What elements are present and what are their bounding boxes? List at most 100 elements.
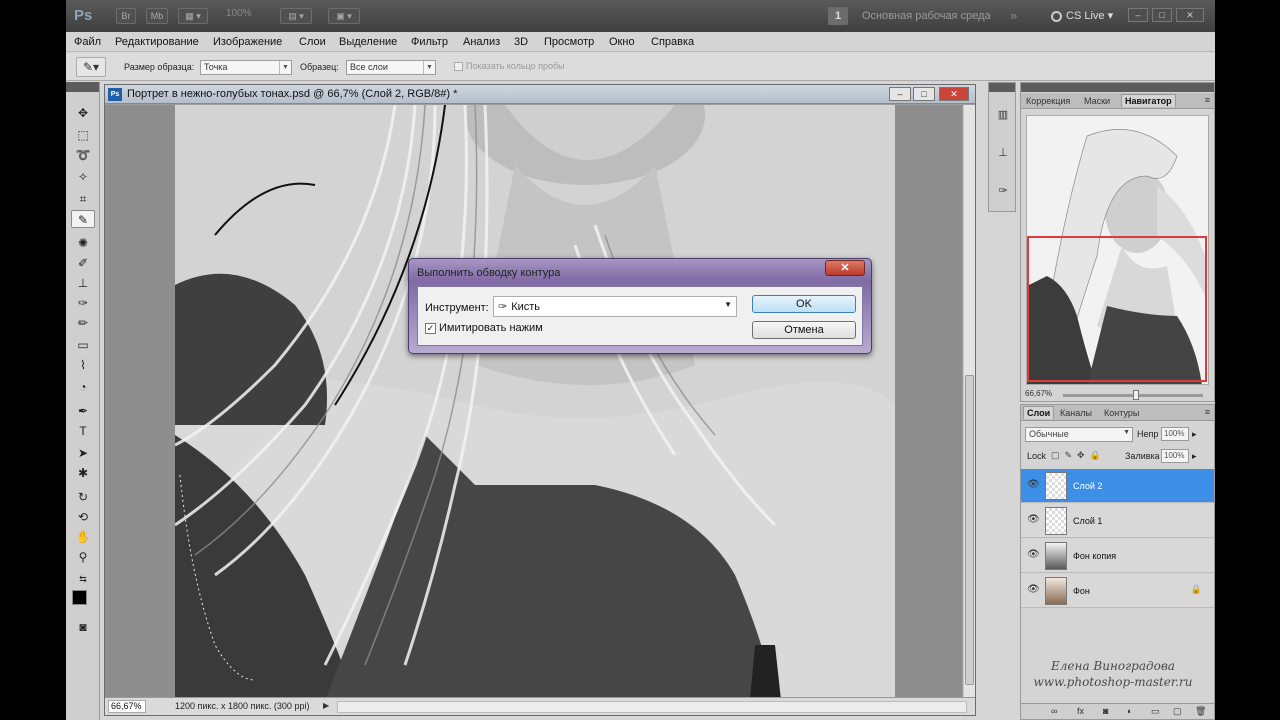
custom-shape-tool-icon[interactable]: ✱ bbox=[71, 464, 95, 482]
panel-menu-icon[interactable]: ≡ bbox=[1205, 95, 1210, 105]
menu-filter[interactable]: Фильтр bbox=[411, 36, 448, 48]
navigator-view-box[interactable] bbox=[1027, 236, 1207, 382]
mini-bridge-button[interactable]: Mb bbox=[146, 8, 168, 24]
tab-masks[interactable]: Маски bbox=[1081, 95, 1113, 107]
marquee-tool-icon[interactable]: ⬚ bbox=[71, 126, 95, 144]
lock-options-icons[interactable]: ▢✎✥🔒 bbox=[1051, 450, 1106, 461]
more-workspaces-icon[interactable]: » bbox=[1010, 8, 1017, 23]
tab-layers[interactable]: Слои bbox=[1023, 406, 1055, 419]
menu-file[interactable]: Файл bbox=[74, 36, 101, 48]
zoom-tool-icon[interactable]: ⚲ bbox=[71, 548, 95, 566]
arrange-documents-button[interactable]: ▤ ▾ bbox=[280, 8, 312, 24]
quick-mask-icon[interactable]: ◙ bbox=[71, 618, 95, 636]
fill-input[interactable]: 100% bbox=[1161, 449, 1189, 463]
link-layers-icon[interactable]: ∞ bbox=[1051, 706, 1057, 716]
tools-panel-grip[interactable] bbox=[66, 82, 99, 92]
eye-icon[interactable]: 👁 bbox=[1027, 549, 1040, 560]
show-sampling-ring-checkbox[interactable]: Показать кольцо пробы bbox=[454, 61, 565, 72]
zoom-input[interactable]: 66,67% bbox=[108, 700, 146, 713]
zoom-level-dropdown[interactable]: 100% bbox=[226, 8, 252, 19]
vertical-scroll-thumb[interactable] bbox=[965, 375, 974, 685]
brush-tool-icon[interactable]: ✐ bbox=[71, 254, 95, 272]
minimize-document-button[interactable]: – bbox=[889, 87, 911, 101]
workspace-switcher[interactable]: Основная рабочая среда bbox=[862, 10, 991, 22]
path-selection-tool-icon[interactable]: ➤ bbox=[71, 444, 95, 462]
blend-mode-select[interactable]: Обычные ▼ bbox=[1025, 427, 1133, 442]
maximize-app-button[interactable]: □ bbox=[1152, 8, 1172, 22]
status-menu-arrow-icon[interactable]: ▶ bbox=[323, 701, 329, 710]
cs-live-menu[interactable]: CS Live ▾ bbox=[1051, 9, 1113, 22]
tab-navigator[interactable]: Навигатор bbox=[1121, 94, 1176, 107]
maximize-document-button[interactable]: □ bbox=[913, 87, 935, 101]
eyedropper-tool-icon[interactable]: ✎ bbox=[71, 210, 95, 228]
minimize-app-button[interactable]: – bbox=[1128, 8, 1148, 22]
eraser-tool-icon[interactable]: ✏ bbox=[71, 314, 95, 332]
panel-menu-icon[interactable]: ≡ bbox=[1205, 407, 1210, 417]
pen-tool-icon[interactable]: ✒ bbox=[71, 402, 95, 420]
clone-source-panel-icon[interactable]: ⊥ bbox=[993, 143, 1013, 163]
layer-style-icon[interactable]: fx bbox=[1077, 706, 1084, 716]
portrait-photo[interactable] bbox=[175, 105, 895, 697]
dodge-tool-icon[interactable]: ◔ bbox=[71, 378, 95, 396]
sample-size-select[interactable]: Точка ▼ bbox=[200, 60, 292, 75]
brush-presets-panel-icon[interactable]: ✑ bbox=[993, 181, 1013, 201]
menu-view[interactable]: Просмотр bbox=[544, 36, 594, 48]
navigator-zoom-slider[interactable] bbox=[1063, 390, 1203, 400]
canvas-area[interactable] bbox=[105, 105, 962, 697]
gradient-tool-icon[interactable]: ▭ bbox=[71, 336, 95, 354]
simulate-pressure-checkbox[interactable]: ✓ Имитировать нажим bbox=[425, 322, 543, 334]
layer-row[interactable]: 👁 Фон копия bbox=[1021, 539, 1214, 573]
sample-select[interactable]: Все слои ▼ bbox=[346, 60, 436, 75]
opacity-arrow-icon[interactable]: ▸ bbox=[1192, 429, 1197, 440]
tab-channels[interactable]: Каналы bbox=[1057, 407, 1095, 419]
navigator-preview[interactable] bbox=[1026, 115, 1209, 385]
eye-icon[interactable]: 👁 bbox=[1027, 514, 1040, 525]
crop-tool-icon[interactable]: ⌗ bbox=[71, 190, 95, 208]
tool-select[interactable]: ✑ Кисть ▼ bbox=[493, 296, 737, 317]
swap-colors-icon[interactable]: ⇆ bbox=[71, 570, 95, 588]
eye-icon[interactable]: 👁 bbox=[1027, 584, 1040, 595]
lasso-tool-icon[interactable]: ➰ bbox=[71, 146, 95, 164]
mini-bridge-panel-icon[interactable]: ▥ bbox=[993, 105, 1013, 125]
navigator-panel-grip[interactable] bbox=[1021, 83, 1214, 92]
menu-select[interactable]: Выделение bbox=[339, 36, 397, 48]
quick-selection-tool-icon[interactable]: ✧ bbox=[71, 168, 95, 186]
navigator-zoom[interactable]: 66,67% bbox=[1025, 389, 1052, 398]
slider-knob[interactable] bbox=[1133, 390, 1139, 400]
document-titlebar[interactable]: Ps Портрет в нежно-голубых тонах.psd @ 6… bbox=[105, 85, 975, 104]
blur-tool-icon[interactable]: ⌇ bbox=[71, 356, 95, 374]
close-app-button[interactable]: ✕ bbox=[1176, 8, 1204, 22]
menu-window[interactable]: Окно bbox=[609, 36, 635, 48]
move-tool-icon[interactable]: ✥ bbox=[71, 104, 95, 122]
menu-layers[interactable]: Слои bbox=[299, 36, 326, 48]
add-mask-icon[interactable]: ◙ bbox=[1103, 706, 1108, 716]
bridge-button[interactable]: Br bbox=[116, 8, 136, 24]
menu-help[interactable]: Справка bbox=[651, 36, 694, 48]
screen-mode-button[interactable]: ▣ ▾ bbox=[328, 8, 360, 24]
layer-row[interactable]: 👁 Слой 1 bbox=[1021, 504, 1214, 538]
strip-grip[interactable] bbox=[989, 83, 1015, 92]
extras-menu-button[interactable]: ▦ ▾ bbox=[178, 8, 208, 24]
cancel-button[interactable]: Отмена bbox=[752, 321, 856, 339]
horizontal-scrollbar[interactable] bbox=[337, 701, 967, 713]
tab-adjustments[interactable]: Коррекция bbox=[1023, 95, 1073, 107]
3d-orbit-tool-icon[interactable]: ⟲ bbox=[71, 508, 95, 526]
menu-image[interactable]: Изображение bbox=[213, 36, 282, 48]
new-group-icon[interactable]: ▭ bbox=[1151, 706, 1160, 717]
eye-icon[interactable]: 👁 bbox=[1027, 479, 1040, 490]
history-brush-tool-icon[interactable]: ✑ bbox=[71, 294, 95, 312]
workspace-number[interactable]: 1 bbox=[828, 7, 848, 25]
trash-icon[interactable]: 🗑 bbox=[1195, 706, 1206, 717]
hand-tool-icon[interactable]: ✋ bbox=[71, 528, 95, 546]
opacity-input[interactable]: 100% bbox=[1161, 427, 1189, 441]
foreground-color-swatch[interactable] bbox=[72, 590, 87, 605]
dialog-close-button[interactable]: ✕ bbox=[825, 260, 865, 276]
menu-edit[interactable]: Редактирование bbox=[115, 36, 199, 48]
3d-rotate-tool-icon[interactable]: ↻ bbox=[71, 488, 95, 506]
close-document-button[interactable]: ✕ bbox=[939, 87, 969, 101]
layer-row[interactable]: 👁 Фон 🔒 bbox=[1021, 574, 1214, 608]
type-tool-icon[interactable]: T bbox=[71, 422, 95, 440]
ok-button[interactable]: OK bbox=[752, 295, 856, 313]
adjustment-layer-icon[interactable]: ◐ bbox=[1127, 706, 1132, 716]
new-layer-icon[interactable]: ▢ bbox=[1173, 706, 1182, 717]
